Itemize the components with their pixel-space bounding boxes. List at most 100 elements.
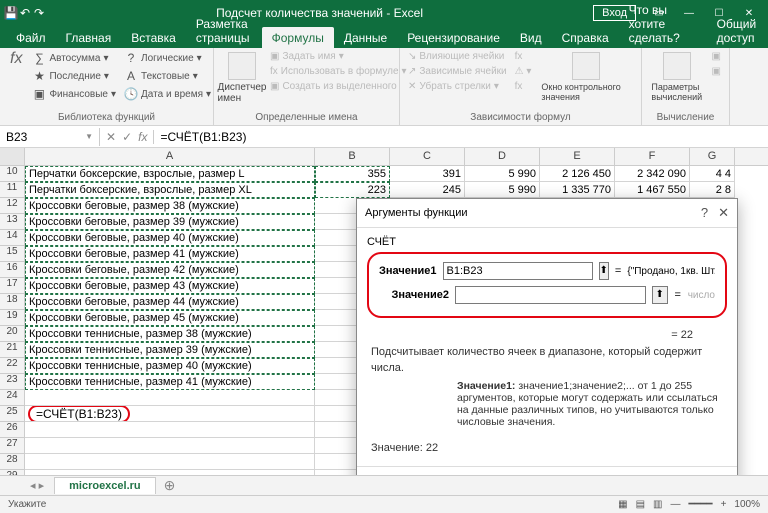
- row-header[interactable]: 16: [0, 262, 25, 278]
- arg2-input[interactable]: [455, 286, 646, 304]
- cell[interactable]: Кроссовки беговые, размер 45 (мужские): [25, 310, 315, 326]
- col-header[interactable]: D: [465, 148, 540, 165]
- range-picker-icon[interactable]: ⬆: [652, 286, 668, 304]
- row-header[interactable]: 10: [0, 166, 25, 182]
- normal-view-icon[interactable]: ▦: [618, 499, 627, 510]
- row-header[interactable]: 17: [0, 278, 25, 294]
- cell[interactable]: [25, 422, 315, 438]
- recent-button[interactable]: ★Последние ▾: [30, 68, 118, 84]
- dialog-help-icon[interactable]: ?: [701, 205, 708, 221]
- col-header[interactable]: B: [315, 148, 390, 165]
- tab-Справка[interactable]: Справка: [552, 27, 619, 48]
- cell[interactable]: Кроссовки беговые, размер 43 (мужские): [25, 278, 315, 294]
- tab-Разметка страницы[interactable]: Разметка страницы: [186, 13, 262, 48]
- cell[interactable]: Кроссовки беговые, размер 39 (мужские): [25, 214, 315, 230]
- cell[interactable]: Кроссовки теннисные, размер 39 (мужские): [25, 342, 315, 358]
- cell[interactable]: Кроссовки беговые, размер 41 (мужские): [25, 246, 315, 262]
- row-header[interactable]: 25: [0, 406, 25, 422]
- sheet-tab[interactable]: microexcel.ru: [54, 477, 156, 494]
- trace-dep-button[interactable]: ↗ Зависимые ячейки: [406, 65, 509, 78]
- cell[interactable]: 5 990: [465, 166, 540, 182]
- col-header[interactable]: C: [390, 148, 465, 165]
- tab-Общий доступ[interactable]: Общий доступ: [707, 13, 768, 48]
- trace-prec-button[interactable]: ↘ Влияющие ячейки: [406, 50, 509, 63]
- cell[interactable]: Кроссовки беговые, размер 40 (мужские): [25, 230, 315, 246]
- autosum-button[interactable]: ∑Автосумма ▾: [30, 50, 118, 66]
- row-header[interactable]: 13: [0, 214, 25, 230]
- tab-Что вы хотите сделать?[interactable]: Что вы хотите сделать?: [619, 0, 707, 48]
- define-name-button[interactable]: ▣ Задать имя ▾: [268, 50, 409, 63]
- cell[interactable]: 245: [390, 182, 465, 198]
- tab-Главная[interactable]: Главная: [56, 27, 122, 48]
- page-break-icon[interactable]: ▥: [653, 499, 662, 510]
- row-header[interactable]: 28: [0, 454, 25, 470]
- cell[interactable]: Перчатки боксерские, взрослые, размер XL: [25, 182, 315, 198]
- accept-formula-icon[interactable]: ✓: [122, 130, 132, 144]
- cell[interactable]: [25, 454, 315, 470]
- logic-button[interactable]: ?Логические ▾: [122, 50, 213, 66]
- error-check-button[interactable]: ⚠ ▾: [513, 65, 534, 78]
- cell[interactable]: 355: [315, 166, 390, 182]
- row-header[interactable]: 20: [0, 326, 25, 342]
- row-header[interactable]: 19: [0, 310, 25, 326]
- tab-Вставка[interactable]: Вставка: [121, 27, 186, 48]
- save-icon[interactable]: 💾: [4, 6, 18, 20]
- row-header[interactable]: 18: [0, 294, 25, 310]
- cell[interactable]: [25, 438, 315, 454]
- cell[interactable]: Кроссовки беговые, размер 44 (мужские): [25, 294, 315, 310]
- cancel-formula-icon[interactable]: ✕: [106, 130, 116, 144]
- name-box[interactable]: B23▼: [0, 128, 100, 146]
- tab-Файл[interactable]: Файл: [6, 27, 56, 48]
- undo-icon[interactable]: ↶: [18, 6, 32, 20]
- show-formulas-button[interactable]: fx: [513, 50, 534, 63]
- row-header[interactable]: 24: [0, 390, 25, 406]
- tab-Рецензирование[interactable]: Рецензирование: [397, 27, 510, 48]
- cell[interactable]: Кроссовки теннисные, размер 40 (мужские): [25, 358, 315, 374]
- remove-arrows-button[interactable]: ✕ Убрать стрелки ▾: [406, 80, 509, 93]
- date-button[interactable]: 🕓Дата и время ▾: [122, 86, 213, 102]
- add-sheet-icon[interactable]: ⊕: [156, 477, 184, 494]
- row-header[interactable]: 23: [0, 374, 25, 390]
- row-header[interactable]: 12: [0, 198, 25, 214]
- cell[interactable]: 1 335 770: [540, 182, 615, 198]
- eval-formula-button[interactable]: fx: [513, 80, 534, 93]
- cell[interactable]: 2 126 450: [540, 166, 615, 182]
- page-layout-icon[interactable]: ▤: [636, 499, 645, 510]
- cell[interactable]: [25, 390, 315, 406]
- col-header[interactable]: E: [540, 148, 615, 165]
- create-from-sel-button[interactable]: ▣ Создать из выделенного: [268, 80, 409, 93]
- formula-input[interactable]: =СЧЁТ(B1:B23): [154, 128, 768, 146]
- cell[interactable]: =СЧЁТ(B1:B23): [25, 406, 315, 422]
- use-in-formula-button[interactable]: fx Использовать в формуле ▾: [268, 65, 409, 78]
- tab-Формулы[interactable]: Формулы: [262, 27, 334, 48]
- cell[interactable]: Кроссовки беговые, размер 42 (мужские): [25, 262, 315, 278]
- zoom-level[interactable]: 100%: [734, 499, 760, 510]
- cell[interactable]: 2 8: [690, 182, 735, 198]
- fx-icon[interactable]: fx: [138, 130, 147, 144]
- cell[interactable]: 1 467 550: [615, 182, 690, 198]
- range-picker-icon[interactable]: ⬆: [599, 262, 609, 280]
- tab-Данные[interactable]: Данные: [334, 27, 397, 48]
- cell[interactable]: Кроссовки теннисные, размер 41 (мужские): [25, 374, 315, 390]
- cell[interactable]: 391: [390, 166, 465, 182]
- cell[interactable]: Перчатки боксерские, взрослые, размер L: [25, 166, 315, 182]
- col-header[interactable]: F: [615, 148, 690, 165]
- arg1-input[interactable]: [443, 262, 593, 280]
- col-header[interactable]: G: [690, 148, 735, 165]
- cell[interactable]: 4 4: [690, 166, 735, 182]
- finance-button[interactable]: ▣Финансовые ▾: [30, 86, 118, 102]
- redo-icon[interactable]: ↷: [32, 6, 46, 20]
- row-header[interactable]: 14: [0, 230, 25, 246]
- col-header[interactable]: A: [25, 148, 315, 165]
- row-header[interactable]: 21: [0, 342, 25, 358]
- select-all-corner[interactable]: [0, 148, 25, 165]
- cell[interactable]: 5 990: [465, 182, 540, 198]
- row-header[interactable]: 11: [0, 182, 25, 198]
- row-header[interactable]: 26: [0, 422, 25, 438]
- row-header[interactable]: 22: [0, 358, 25, 374]
- cell[interactable]: Кроссовки теннисные, размер 38 (мужские): [25, 326, 315, 342]
- tab-Вид[interactable]: Вид: [510, 27, 552, 48]
- cell[interactable]: 223: [315, 182, 390, 198]
- cell[interactable]: 2 342 090: [615, 166, 690, 182]
- dialog-close-icon[interactable]: ✕: [718, 205, 729, 221]
